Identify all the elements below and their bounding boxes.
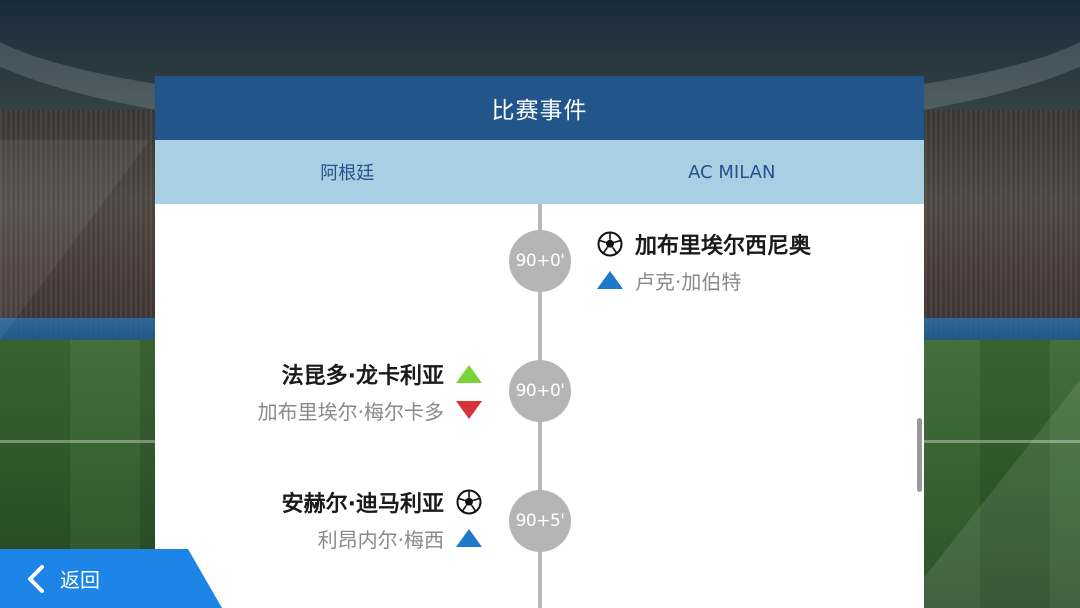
team-names-bar: 阿根廷 AC MILAN xyxy=(155,140,924,204)
away-team-name: AC MILAN xyxy=(688,161,776,183)
chevron-left-icon xyxy=(28,564,44,593)
assist-name: 卢克·加伯特 xyxy=(635,269,742,294)
event-item: 法昆多·龙卡利亚 加布里埃尔·梅尔卡多 xyxy=(258,356,482,428)
soccer-ball-icon xyxy=(597,231,623,257)
match-events-panel: 比赛事件 阿根廷 AC MILAN 90+0' 加布里埃尔西尼奥 卢克·加伯特 … xyxy=(155,76,924,608)
soccer-ball-icon xyxy=(456,489,482,515)
scorer-name: 安赫尔·迪马利亚 xyxy=(281,492,444,517)
back-button[interactable]: 返回 xyxy=(0,549,222,608)
events-timeline[interactable]: 90+0' 加布里埃尔西尼奥 卢克·加伯特 90+0' 法昆多·龙卡利亚 加布里… xyxy=(155,204,924,608)
panel-title: 比赛事件 xyxy=(155,76,924,140)
event-item: 加布里埃尔西尼奥 卢克·加伯特 xyxy=(597,226,811,298)
assist-up-icon xyxy=(456,525,482,551)
event-item: 安赫尔·迪马利亚 利昂内尔·梅西 xyxy=(282,484,482,556)
sub-in-name: 法昆多·龙卡利亚 xyxy=(281,364,444,389)
home-team-name: 阿根廷 xyxy=(320,163,375,184)
scrollbar[interactable] xyxy=(917,418,922,492)
assist-name: 利昂内尔·梅西 xyxy=(317,527,444,552)
back-button-label: 返回 xyxy=(60,568,100,592)
scorer-name: 加布里埃尔西尼奥 xyxy=(635,234,812,259)
substitution-in-icon xyxy=(456,361,482,387)
sub-out-name: 加布里埃尔·梅尔卡多 xyxy=(257,399,444,424)
event-time-badge: 90+0' xyxy=(509,230,571,292)
substitution-out-icon xyxy=(456,397,482,423)
event-time-badge: 90+5' xyxy=(509,490,571,552)
event-time-badge: 90+0' xyxy=(509,360,571,422)
assist-up-icon xyxy=(597,267,623,293)
